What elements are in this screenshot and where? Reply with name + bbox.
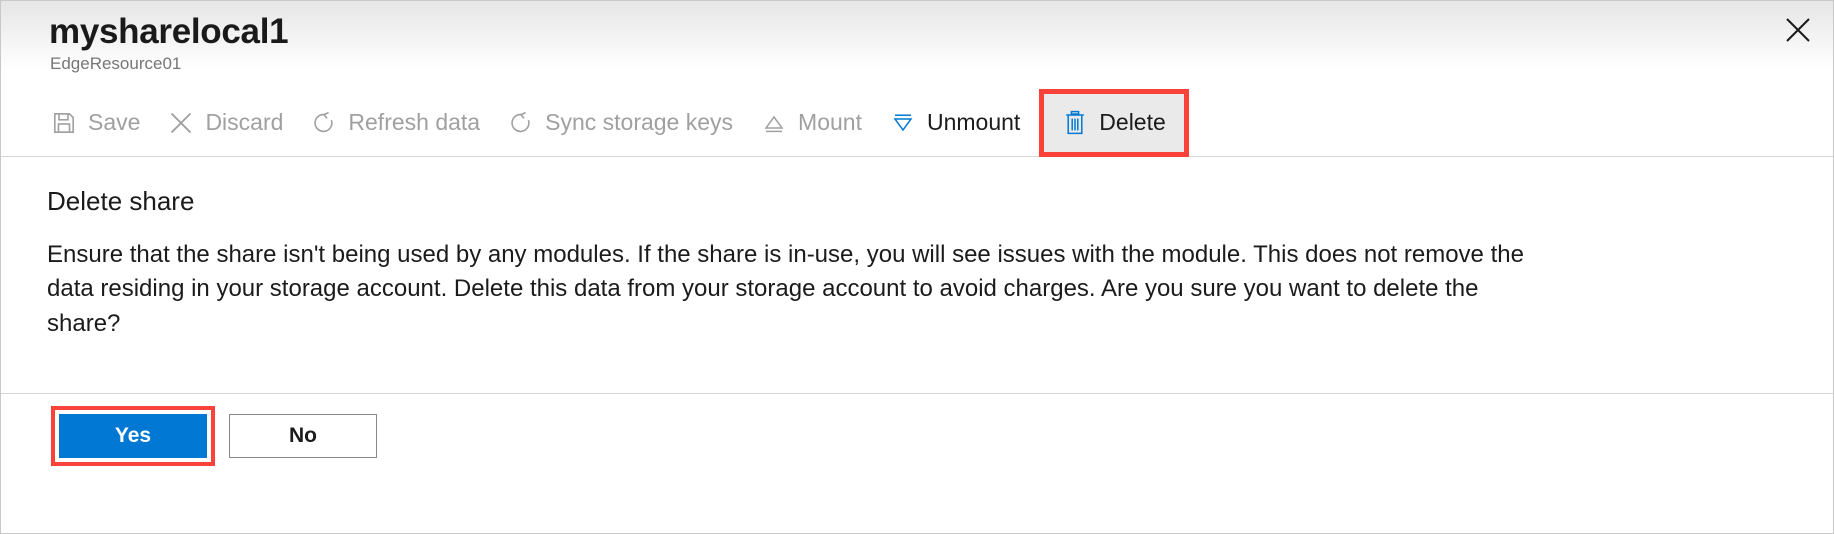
toolbar-item-save[interactable]: Save: [37, 97, 154, 149]
section-heading: Delete share: [47, 186, 195, 216]
toolbar-item-delete[interactable]: Delete: [1039, 88, 1189, 157]
toolbar-item-sync-storage-keys[interactable]: Sync storage keys: [494, 97, 747, 149]
mount-eject-icon: [761, 110, 787, 136]
save-icon: [51, 110, 77, 136]
discard-x-icon: [168, 110, 194, 136]
toolbar-item-label: Save: [88, 109, 141, 135]
confirmation-message: Ensure that the share isn't being used b…: [47, 240, 1524, 337]
toolbar-item-discard[interactable]: Discard: [154, 97, 297, 149]
page-subtitle: EdgeResource01: [50, 54, 182, 73]
toolbar-item-label: Unmount: [926, 109, 1021, 135]
blade-panel: mysharelocal1 EdgeResource01 Save Discar…: [0, 0, 1834, 534]
sync-icon: [508, 110, 534, 136]
action-footer: Yes No: [1, 394, 1833, 478]
toolbar-item-mount[interactable]: Mount: [747, 97, 876, 149]
toolbar-item-label: Mount: [798, 109, 862, 135]
confirm-button-highlight: Yes: [51, 406, 215, 466]
close-icon: [1784, 16, 1812, 44]
unmount-icon: [890, 110, 916, 136]
toolbar-item-label: Sync storage keys: [545, 109, 734, 135]
main-content: Delete share Ensure that the share isn't…: [1, 157, 1833, 393]
toolbar-item-unmount[interactable]: Unmount: [876, 97, 1034, 149]
command-toolbar: Save Discard Refresh data Sync storage k…: [1, 88, 1833, 157]
blade-header: mysharelocal1 EdgeResource01: [1, 1, 1833, 89]
trash-icon: [1062, 110, 1088, 136]
confirm-yes-button[interactable]: Yes: [59, 414, 207, 458]
toolbar-item-label: Delete: [1099, 109, 1166, 135]
toolbar-item-label: Refresh data: [348, 109, 481, 135]
close-button[interactable]: [1775, 7, 1821, 53]
cancel-no-button[interactable]: No: [229, 414, 377, 458]
toolbar-item-label: Discard: [205, 109, 284, 135]
toolbar-item-refresh-data[interactable]: Refresh data: [297, 97, 494, 149]
page-title: mysharelocal1: [49, 12, 289, 51]
refresh-icon: [311, 110, 337, 136]
